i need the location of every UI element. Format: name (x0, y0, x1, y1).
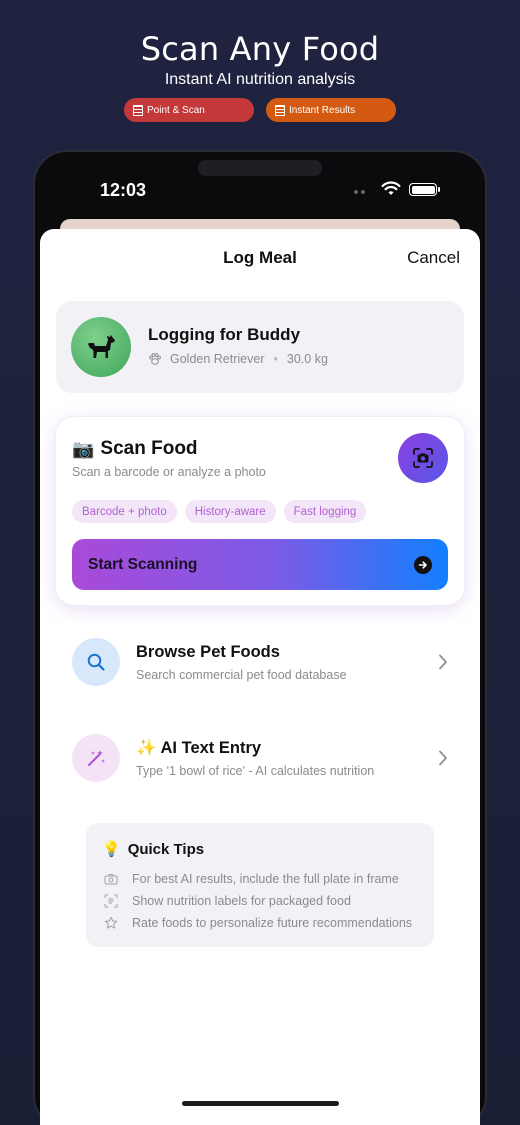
wifi-icon (381, 181, 401, 195)
browse-pet-foods-title: Browse Pet Foods (136, 643, 280, 661)
camera-emoji-icon: 📷 (72, 438, 95, 459)
list-icon (275, 104, 285, 116)
arrow-right-circle-icon (414, 556, 432, 574)
pet-breed: Golden Retriever (170, 352, 265, 366)
tip-item: Show nutrition labels for packaged food (104, 894, 351, 908)
magic-wand-icon (72, 734, 120, 782)
cancel-button[interactable]: Cancel (407, 248, 460, 268)
promo-title: Scan Any Food (140, 30, 380, 68)
log-meal-sheet: Log Meal Cancel Logging for Buddy Golden… (40, 229, 480, 1125)
dog-icon (88, 335, 115, 358)
scan-feature-chips: Barcode + photo History-aware Fast loggi… (72, 500, 367, 523)
camera-viewfinder-icon (413, 448, 433, 468)
pet-meta: Golden Retriever • 30.0 kg (148, 352, 328, 366)
tip-text: Show nutrition labels for packaged food (132, 894, 351, 908)
pet-weight: 30.0 kg (286, 352, 328, 366)
separator-dot: • (273, 352, 278, 366)
ai-text-entry-subtitle: Type '1 bowl of rice' - AI calculates nu… (136, 764, 375, 778)
tip-item: For best AI results, include the full pl… (104, 872, 399, 886)
badge-label: Point & Scan (147, 104, 205, 116)
ai-text-entry-row[interactable]: ✨ AI Text Entry Type '1 bowl of rice' - … (56, 734, 464, 806)
badge-label: Instant Results (289, 104, 356, 116)
browse-pet-foods-subtitle: Search commercial pet food database (136, 668, 347, 682)
start-scanning-button[interactable]: Start Scanning (72, 539, 448, 590)
ai-text-entry-title: ✨ AI Text Entry (136, 739, 262, 757)
start-scanning-label: Start Scanning (88, 555, 198, 573)
status-time: 12:03 (100, 180, 147, 200)
pet-avatar (71, 317, 131, 377)
paw-icon (149, 353, 161, 365)
pet-logging-label: Logging for Buddy (148, 325, 301, 344)
chip-barcode-photo: Barcode + photo (72, 500, 177, 523)
camera-icon (104, 874, 118, 885)
tip-item: Rate foods to personalize future recomme… (104, 916, 412, 930)
scan-food-card: 📷 Scan Food Scan a barcode or analyze a … (56, 417, 464, 605)
scan-camera-button[interactable] (398, 433, 448, 483)
cellular-signal-icon (354, 190, 365, 194)
chip-history-aware: History-aware (184, 500, 276, 523)
scan-title-text: Scan Food (100, 438, 198, 459)
chip-fast-logging: Fast logging (283, 500, 367, 523)
home-indicator[interactable] (182, 1101, 339, 1106)
tip-text: Rate foods to personalize future recomme… (132, 916, 413, 930)
lightbulb-icon: 💡 (102, 841, 121, 858)
chevron-right-icon (439, 750, 447, 766)
browse-pet-foods-row[interactable]: Browse Pet Foods Search commercial pet f… (56, 638, 464, 710)
instant-results-badge: Instant Results (266, 98, 396, 122)
document-scan-icon (104, 894, 118, 908)
promo-subtitle: Instant AI nutrition analysis (164, 71, 356, 88)
search-icon (72, 638, 120, 686)
quick-tips-card: 💡 Quick Tips For best AI results, includ… (86, 823, 434, 947)
star-icon (104, 916, 118, 929)
tip-text: For best AI results, include the full pl… (132, 872, 399, 886)
scan-food-subtitle: Scan a barcode or analyze a photo (72, 465, 266, 479)
quick-tips-title: 💡 Quick Tips (102, 840, 205, 859)
quick-tips-label: Quick Tips (127, 840, 205, 858)
pet-card[interactable]: Logging for Buddy Golden Retriever • 30.… (56, 301, 464, 393)
dynamic-island (198, 160, 322, 176)
list-icon (133, 104, 143, 116)
battery-icon (409, 183, 440, 196)
chevron-right-icon (439, 654, 447, 670)
scan-food-title: 📷 Scan Food (72, 438, 198, 460)
point-scan-badge: Point & Scan (124, 98, 254, 122)
